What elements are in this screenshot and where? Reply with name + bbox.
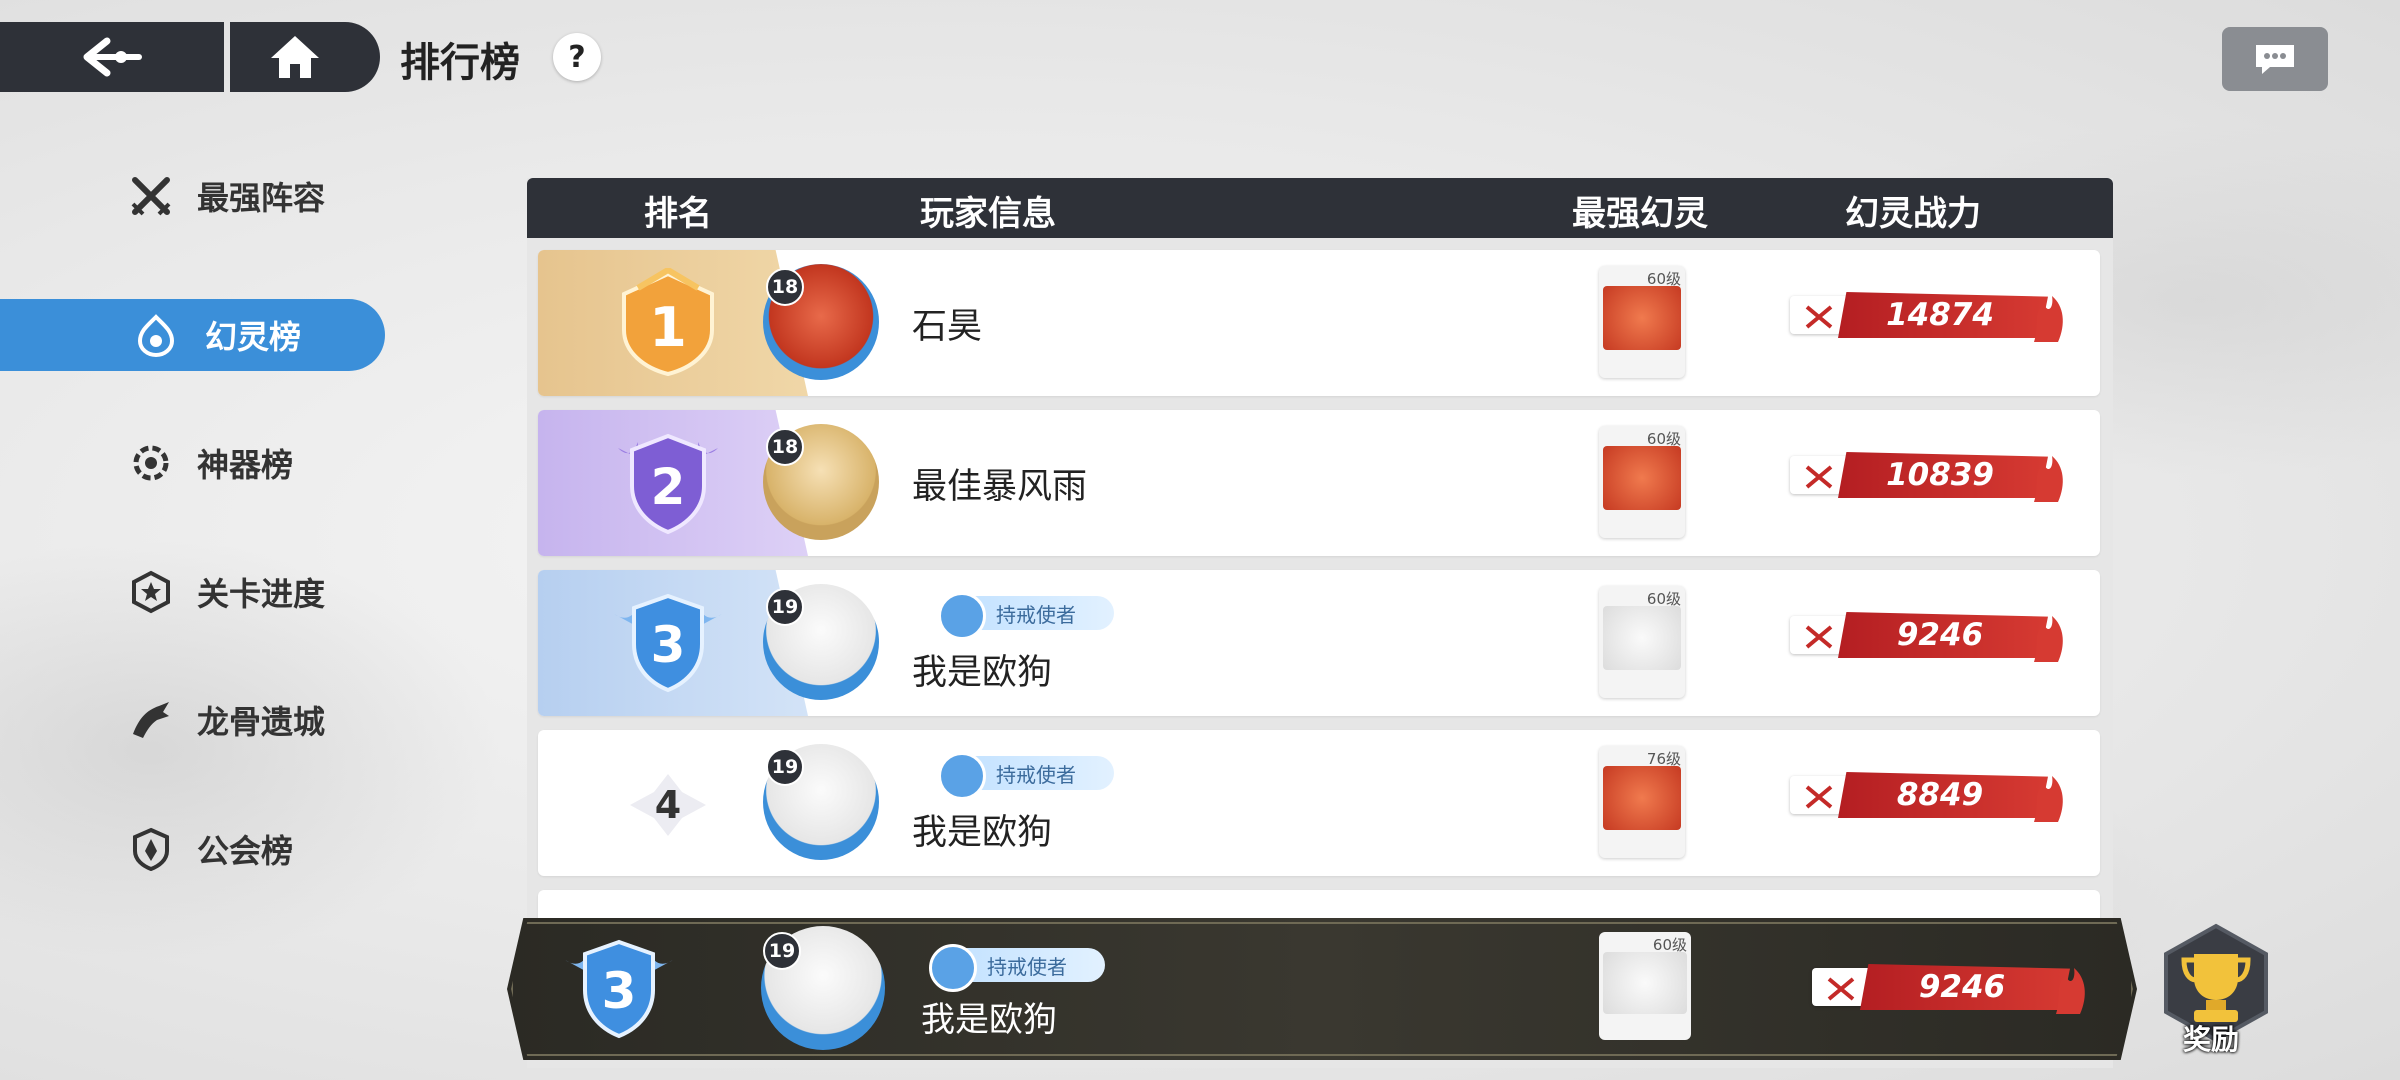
crossed-swords-icon (128, 173, 174, 219)
sidebar-item-label: 关卡进度 (197, 575, 326, 613)
power-badge: 9246 (1790, 612, 2068, 662)
spirit-flame-icon (133, 312, 179, 358)
rank-blue-badge-icon: 3 (614, 593, 722, 693)
spirit-portrait (1603, 606, 1681, 670)
power-badge: 10839 (1790, 452, 2068, 502)
player-name: 石昊 (912, 307, 983, 347)
spirit-card[interactable]: 60级 (1599, 266, 1685, 378)
page-title: 排行榜 (400, 40, 520, 86)
header-player-info: 玩家信息 (920, 194, 1056, 234)
crossed-swords-icon (1827, 977, 1855, 1001)
table-row[interactable]: 3 19 持戒使者 我是欧狗 60级 9246 (538, 570, 2100, 716)
reward-label[interactable]: 奖励 (2183, 1018, 2239, 1058)
sidebar-item-dragon-city[interactable]: 龙骨遗城 (0, 684, 385, 756)
home-icon (271, 36, 319, 78)
ring-icon (938, 592, 986, 640)
power-value: 9246 (1896, 617, 1984, 653)
svg-text:4: 4 (655, 783, 681, 827)
player-level: 19 (766, 588, 804, 626)
spirit-portrait (1603, 446, 1681, 510)
spirit-card[interactable]: 76级 (1599, 746, 1685, 858)
header-strongest-spirit: 最强幻灵 (1572, 194, 1708, 234)
power-badge: 8849 (1790, 772, 2068, 822)
spirit-card[interactable]: 60级 (1599, 586, 1685, 698)
guild-shield-icon (128, 826, 174, 872)
crossed-swords-icon (1805, 305, 1833, 329)
svg-text:2: 2 (651, 458, 686, 516)
ring-icon (929, 944, 977, 992)
crossed-swords-icon (1805, 465, 1833, 489)
sidebar-item-label: 公会榜 (197, 832, 294, 870)
power-badge: 14874 (1790, 292, 2068, 342)
power-value: 8849 (1896, 777, 1984, 813)
chat-bubble-icon (2256, 45, 2294, 74)
sidebar-item-strongest-lineup[interactable]: 最强阵容 (0, 160, 385, 232)
player-level: 18 (766, 428, 804, 466)
svg-text:3: 3 (651, 616, 686, 674)
table-row[interactable]: 1 18 石昊 60级 14874 (538, 250, 2100, 396)
spirit-portrait (1603, 286, 1681, 350)
table-row[interactable]: 4 19 持戒使者 我是欧狗 76级 8849 (538, 730, 2100, 876)
power-value: 14874 (1886, 297, 1994, 333)
rank-blue-badge-icon: 3 (565, 939, 673, 1039)
player-title-badge: 持戒使者 (938, 592, 1114, 640)
rank-diamond-icon: 4 (630, 774, 706, 836)
flame-decoration-icon (2056, 968, 2085, 1014)
header-spirit-power: 幻灵战力 (1845, 194, 1981, 234)
player-name: 我是欧狗 (912, 653, 1053, 693)
crossed-swords-icon (1805, 625, 1833, 649)
player-name: 我是欧狗 (912, 813, 1053, 853)
my-rank-bar[interactable]: 3 19 持戒使者 我是欧狗 60级 9246 (507, 918, 2137, 1060)
player-level: 18 (766, 268, 804, 306)
sidebar-item-stage-progress[interactable]: 关卡进度 (0, 556, 385, 628)
home-button[interactable] (230, 22, 380, 92)
my-title-badge: 持戒使者 (929, 944, 1105, 992)
svg-text:3: 3 (602, 962, 637, 1020)
star-badge-icon (128, 569, 174, 615)
help-button[interactable]: ? (553, 33, 601, 81)
back-arrow-icon (83, 37, 142, 77)
table-row[interactable]: 2 18 最佳暴风雨 60级 10839 (538, 410, 2100, 556)
flame-decoration-icon (2034, 616, 2063, 662)
spirit-portrait (1603, 952, 1687, 1014)
flame-decoration-icon (2034, 776, 2063, 822)
sidebar-item-label: 神器榜 (197, 446, 294, 484)
my-power-badge: 9246 (1812, 964, 2090, 1014)
chat-button[interactable] (2222, 27, 2328, 91)
svg-text:1: 1 (649, 296, 687, 359)
rank-gold-badge-icon: 1 (622, 268, 714, 377)
sidebar-item-label: 龙骨遗城 (197, 703, 326, 741)
my-spirit-card[interactable]: 60级 (1599, 932, 1691, 1040)
sidebar-item-guild-ranking[interactable]: 公会榜 (0, 813, 385, 885)
rank-purple-badge-icon: 2 (618, 433, 718, 535)
header-rank: 排名 (644, 194, 712, 234)
player-name: 最佳暴风雨 (912, 467, 1088, 507)
sidebar-item-artifact-ranking[interactable]: 神器榜 (0, 427, 385, 499)
power-value: 9246 (1918, 969, 2006, 1005)
dragon-icon (128, 697, 174, 743)
flame-decoration-icon (2034, 456, 2063, 502)
back-button[interactable] (0, 22, 224, 92)
table-header: 排名 玩家信息 最强幻灵 幻灵战力 (527, 178, 2113, 238)
artifact-gear-icon (128, 440, 174, 486)
power-value: 10839 (1886, 457, 1994, 493)
sidebar-item-spirit-ranking[interactable]: 幻灵榜 (0, 299, 385, 371)
player-title-badge: 持戒使者 (938, 752, 1114, 800)
my-name: 我是欧狗 (921, 1000, 1057, 1040)
sidebar-item-label: 幻灵榜 (205, 318, 302, 356)
ring-icon (938, 752, 986, 800)
crossed-swords-icon (1805, 785, 1833, 809)
spirit-card[interactable]: 60级 (1599, 426, 1685, 538)
top-bar (0, 22, 380, 92)
sidebar-item-label: 最强阵容 (197, 179, 326, 217)
spirit-portrait (1603, 766, 1681, 830)
flame-decoration-icon (2034, 296, 2063, 342)
player-level: 19 (766, 748, 804, 786)
my-level: 19 (763, 932, 801, 970)
